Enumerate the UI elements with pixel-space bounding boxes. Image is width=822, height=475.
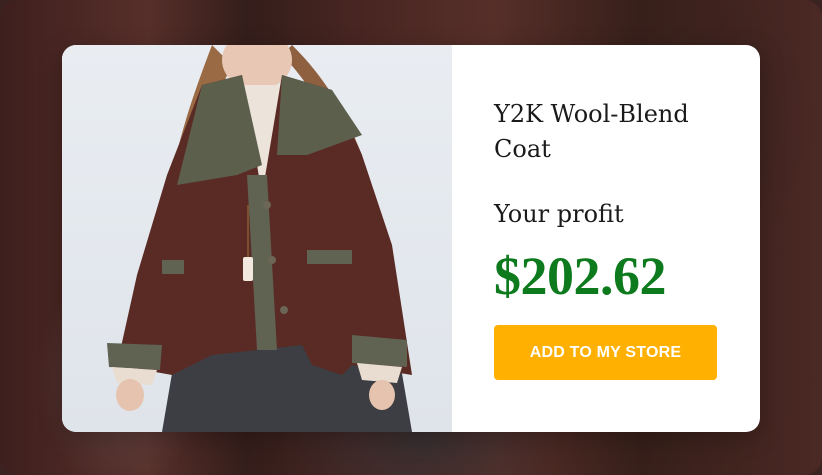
product-image [62, 45, 452, 432]
profit-label: Your profit [494, 200, 624, 228]
profit-value: $202.62 [494, 246, 667, 306]
product-info: Y2K Wool-Blend Coat Your profit $202.62 … [494, 45, 734, 432]
add-to-store-button[interactable]: ADD TO MY STORE [494, 325, 717, 380]
product-title: Y2K Wool-Blend Coat [494, 100, 689, 163]
product-card: Y2K Wool-Blend Coat Your profit $202.62 … [62, 45, 760, 432]
